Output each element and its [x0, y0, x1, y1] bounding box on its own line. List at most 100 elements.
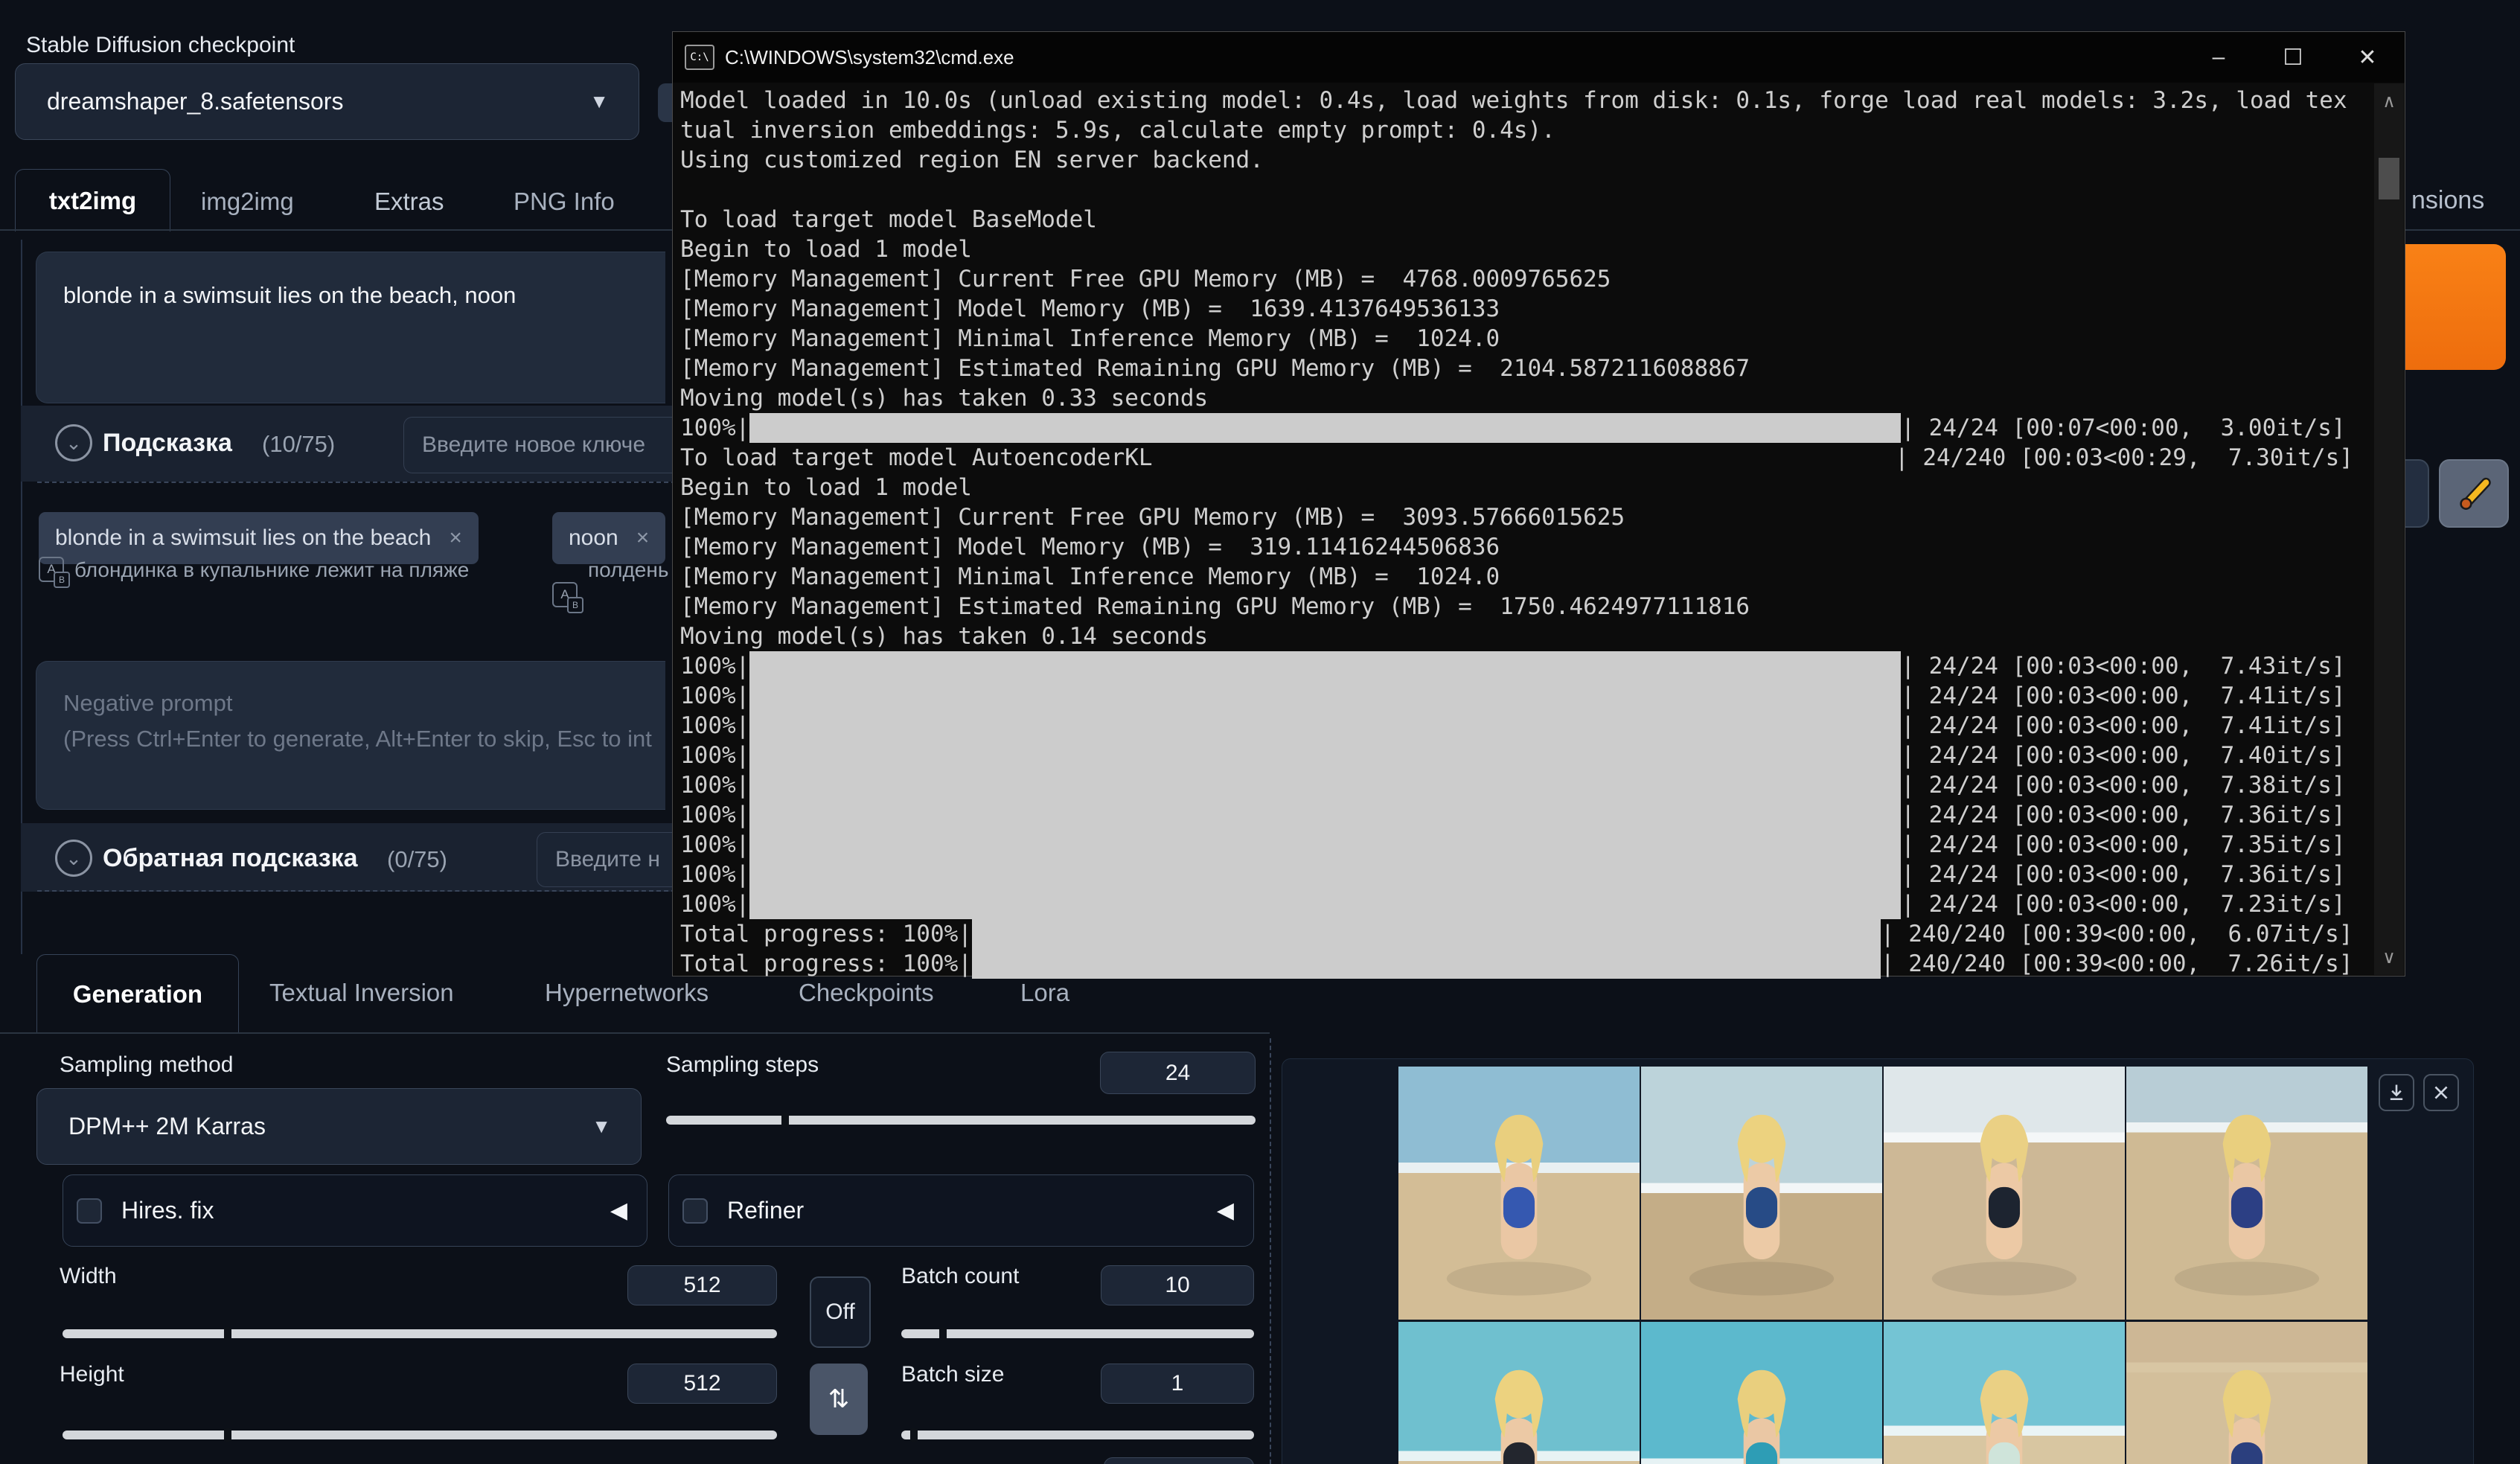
cmd-titlebar[interactable]: C:\ C:\WINDOWS\system32\cmd.exe – ☐ ✕ [673, 32, 2405, 83]
generated-image-thumbnail[interactable] [2126, 1067, 2367, 1320]
negative-keyword-input[interactable]: Введите н [537, 832, 672, 887]
generated-image-thumbnail[interactable] [1641, 1322, 1882, 1464]
prompt-text: blonde in a swimsuit lies on the beach, … [63, 282, 665, 309]
keyword-placeholder: Введите новое ключе [404, 432, 645, 458]
sampling-method-dropdown[interactable]: DPM++ 2M Karras ▼ [36, 1088, 642, 1165]
hires-fix-label: Hires. fix [121, 1197, 610, 1224]
console-line: 100%|| 24/24 [00:03<00:00, 7.23it/s] [680, 889, 2372, 919]
height-input[interactable]: 512 [627, 1364, 777, 1404]
tab-lora[interactable]: Lora [1020, 979, 1069, 1007]
settings-tab-underline [0, 1032, 1270, 1034]
checkpoint-value: dreamshaper_8.safetensors [16, 88, 589, 115]
tab-checkpoints[interactable]: Checkpoints [799, 979, 934, 1007]
tab-extensions-partial[interactable]: nsions [2411, 186, 2484, 215]
console-scrollbar[interactable]: ∧ ∨ [2374, 83, 2404, 975]
checkpoint-dropdown[interactable]: dreamshaper_8.safetensors ▼ [15, 63, 639, 140]
progress-bar [749, 651, 1901, 681]
sampling-steps-input[interactable]: 24 [1100, 1052, 1256, 1094]
tab-img2img[interactable]: img2img [201, 188, 294, 216]
console-line: 100%|| 24/24 [00:03<00:00, 7.36it/s] [680, 800, 2372, 830]
swap-dimensions-button[interactable]: ⇅ [810, 1364, 868, 1435]
close-button[interactable]: ✕ [2330, 32, 2405, 83]
cfg-scale-input-partial[interactable] [1104, 1457, 1254, 1464]
batch-size-slider[interactable] [901, 1431, 1254, 1439]
tab-hypernetworks[interactable]: Hypernetworks [545, 979, 709, 1007]
output-gallery [1282, 1058, 2474, 1464]
figure-illustration [1884, 1322, 2125, 1464]
progress-bar [749, 830, 1901, 860]
tag-remove-icon[interactable]: × [636, 525, 650, 551]
batch-count-input[interactable]: 10 [1101, 1265, 1254, 1305]
console-line: [Memory Management] Minimal Inference Me… [680, 562, 2372, 592]
checkpoint-refresh-button-partial[interactable] [658, 83, 672, 122]
generated-image-thumbnail[interactable] [1884, 1067, 2125, 1320]
refiner-label: Refiner [727, 1197, 1217, 1224]
tab-generation[interactable]: Generation [36, 954, 239, 1033]
maximize-button[interactable]: ☐ [2256, 32, 2330, 83]
slider-handle[interactable] [224, 1428, 231, 1442]
scroll-up-icon[interactable]: ∧ [2374, 88, 2404, 115]
paintbrush-button[interactable] [2439, 459, 2509, 528]
generated-image-thumbnail[interactable] [1398, 1322, 1640, 1464]
tab-extras[interactable]: Extras [374, 188, 444, 216]
figure-illustration [1398, 1067, 1640, 1320]
tag-remove-icon[interactable]: × [449, 525, 462, 551]
figure-illustration [1398, 1322, 1640, 1464]
progress-bar [972, 919, 1881, 949]
tag-text: blonde in a swimsuit lies on the beach [55, 525, 431, 551]
chevron-down-icon[interactable]: ⌄ [55, 840, 92, 877]
stable-diffusion-webui: Stable Diffusion checkpoint dreamshaper_… [0, 0, 2520, 1464]
chevron-down-icon[interactable]: ⌄ [55, 424, 92, 461]
scroll-thumb[interactable] [2379, 158, 2399, 199]
slider-handle[interactable] [910, 1428, 918, 1442]
sampling-steps-slider[interactable] [666, 1116, 1256, 1125]
download-button[interactable] [2379, 1074, 2414, 1111]
tab-textual-inversion[interactable]: Textual Inversion [269, 979, 454, 1007]
prompt-tag[interactable]: blonde in a swimsuit lies on the beach × [39, 512, 479, 564]
prompt-tag[interactable]: noon × [552, 512, 665, 564]
keyword-input[interactable]: Введите новое ключе [403, 417, 672, 473]
generated-image-thumbnail[interactable] [1641, 1067, 1882, 1320]
negative-prompt-textarea[interactable]: Negative prompt (Press Ctrl+Enter to gen… [36, 661, 665, 810]
batch-count-slider[interactable] [901, 1329, 1254, 1338]
batch-size-input[interactable]: 1 [1101, 1364, 1254, 1404]
figure-illustration [2126, 1322, 2367, 1464]
close-icon [2431, 1083, 2451, 1102]
close-gallery-button[interactable] [2423, 1074, 2459, 1111]
refiner-checkbox[interactable] [682, 1198, 708, 1224]
width-slider[interactable] [63, 1329, 777, 1338]
cmd-icon: C:\ [685, 45, 714, 70]
generated-image-thumbnail[interactable] [1398, 1067, 1640, 1320]
hint-section-label: Подсказка [103, 429, 232, 458]
slider-handle[interactable] [939, 1327, 947, 1340]
console-line: Moving model(s) has taken 0.14 seconds [680, 621, 2372, 651]
hires-fix-checkbox[interactable] [77, 1198, 102, 1224]
refiner-accordion[interactable]: Refiner ◀ [668, 1174, 1254, 1247]
console-line: [Memory Management] Current Free GPU Mem… [680, 502, 2372, 532]
hires-off-button[interactable]: Off [810, 1276, 871, 1348]
negative-placeholder-hint: (Press Ctrl+Enter to generate, Alt+Enter… [63, 726, 665, 752]
console-line: [Memory Management] Model Memory (MB) = … [680, 294, 2372, 324]
negative-keyword-placeholder: Введите н [537, 847, 660, 872]
console-output: Model loaded in 10.0s (unload existing m… [680, 86, 2372, 979]
collapse-icon[interactable]: ◀ [1217, 1198, 1234, 1224]
column-divider[interactable] [1270, 1038, 1271, 1464]
console-line: 100%|| 24/24 [00:03<00:00, 7.38it/s] [680, 770, 2372, 800]
scroll-down-icon[interactable]: ∨ [2374, 944, 2404, 971]
console-line: [Memory Management] Current Free GPU Mem… [680, 264, 2372, 294]
minimize-button[interactable]: – [2181, 32, 2256, 83]
prompt-textarea[interactable]: blonde in a swimsuit lies on the beach, … [36, 252, 665, 403]
slider-handle[interactable] [781, 1113, 789, 1127]
hires-fix-accordion[interactable]: Hires. fix ◀ [63, 1174, 647, 1247]
width-input[interactable]: 512 [627, 1265, 777, 1305]
console-line: 100%|| 24/24 [00:07<00:00, 3.00it/s] [680, 413, 2372, 443]
generated-image-thumbnail[interactable] [2126, 1322, 2367, 1464]
tab-txt2img[interactable]: txt2img [15, 169, 170, 231]
tab-png-info[interactable]: PNG Info [514, 188, 615, 216]
console-line: 100%|| 24/24 [00:03<00:00, 7.40it/s] [680, 741, 2372, 770]
height-slider[interactable] [63, 1431, 777, 1439]
generated-image-thumbnail[interactable] [1884, 1322, 2125, 1464]
slider-handle[interactable] [224, 1327, 231, 1340]
progress-bar [749, 800, 1901, 830]
collapse-icon[interactable]: ◀ [610, 1198, 627, 1224]
